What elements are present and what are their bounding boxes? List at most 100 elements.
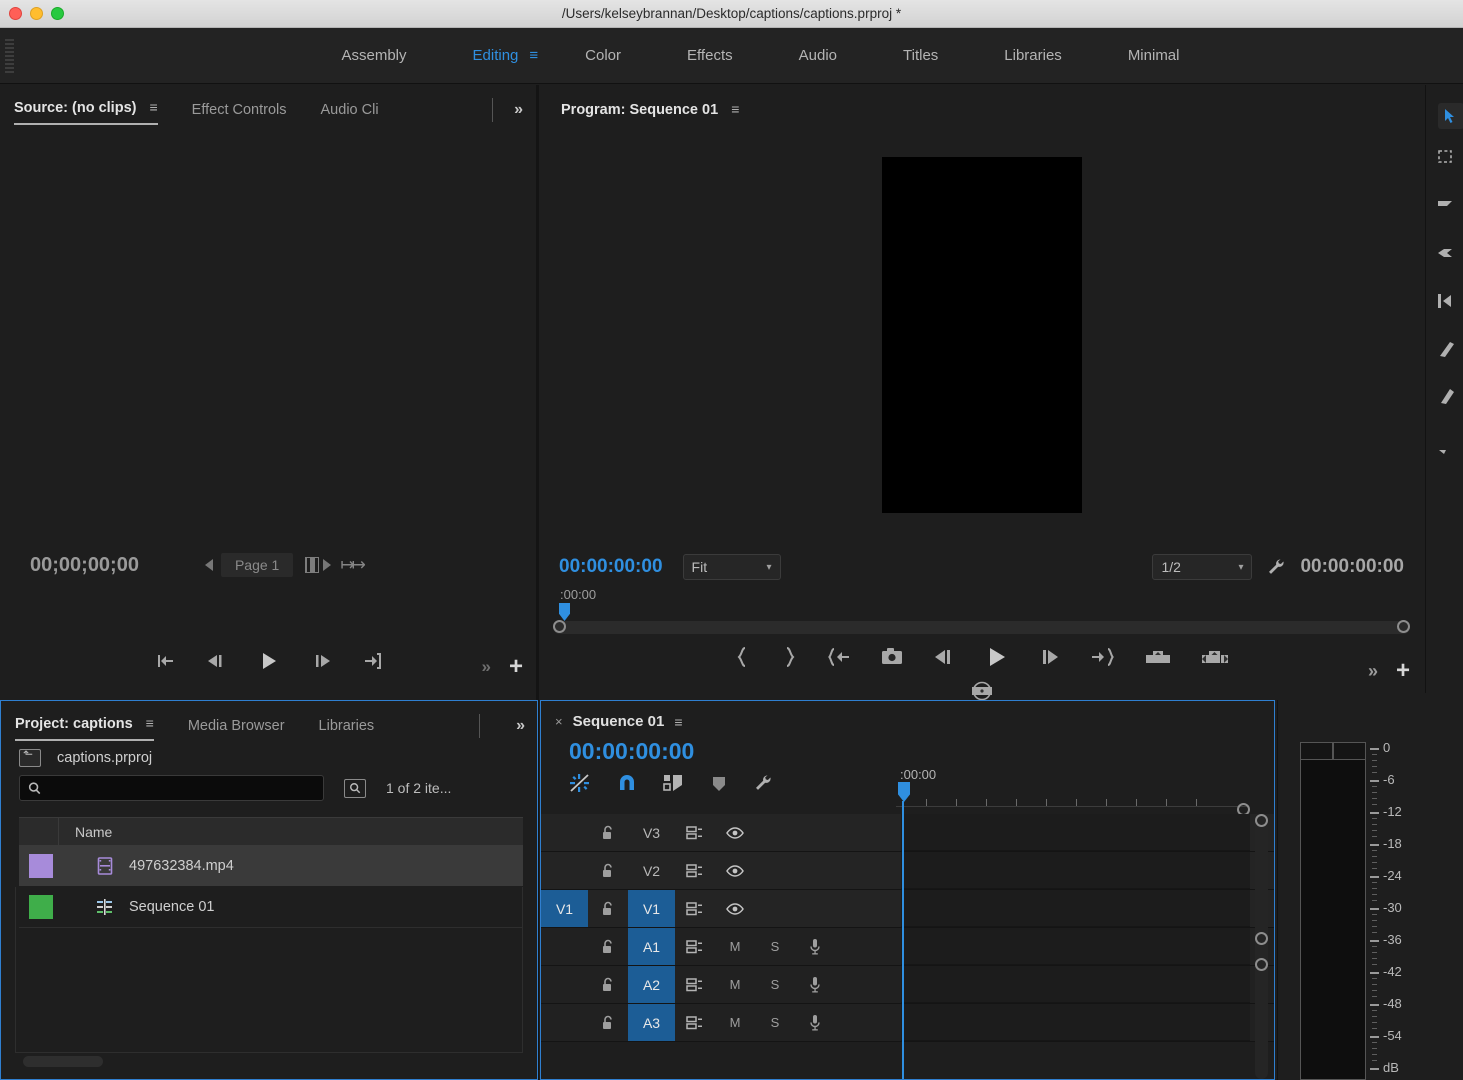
source-patch-v2[interactable] — [541, 852, 588, 889]
workspace-tab-assembly[interactable]: Assembly — [309, 47, 440, 64]
close-sequence-icon[interactable]: × — [555, 714, 563, 729]
export-frame-camera-icon[interactable] — [880, 646, 904, 668]
lock-toggle-a2[interactable] — [588, 977, 628, 993]
source-patch-a1[interactable] — [541, 928, 588, 965]
mark-out-icon[interactable] — [780, 646, 798, 668]
go-to-out-point-icon[interactable] — [1090, 646, 1116, 668]
tool-razor[interactable] — [1426, 325, 1463, 373]
go-to-out-icon[interactable] — [363, 651, 385, 671]
voice-record-toggle-a2[interactable] — [795, 976, 835, 994]
mark-in-icon[interactable] — [734, 646, 752, 668]
tool-slip[interactable] — [1426, 373, 1463, 421]
workspace-tab-color[interactable]: Color — [552, 47, 654, 64]
tab-source[interactable]: Source: (no clips) ≡ — [14, 99, 158, 125]
project-list-item-sequence[interactable]: Sequence 01 — [19, 886, 523, 927]
tab-media-browser[interactable]: Media Browser — [188, 718, 285, 741]
track-row-a3[interactable]: A3 M S — [541, 1004, 1274, 1042]
tab-audio-clip-mixer[interactable]: Audio Cli — [321, 102, 379, 125]
sync-lock-toggle-v3[interactable] — [675, 825, 715, 841]
step-back-frame-icon[interactable] — [932, 646, 956, 668]
navigate-up-icon[interactable] — [19, 747, 41, 767]
lock-toggle-v2[interactable] — [588, 863, 628, 879]
clip-indicator-left[interactable] — [1300, 742, 1333, 760]
page-indicator[interactable]: Page 1 — [220, 553, 294, 577]
source-patch-v1[interactable]: V1 — [541, 890, 588, 927]
project-list-item-clip[interactable]: 497632384.mp4 — [19, 845, 523, 886]
sync-lock-toggle-a2[interactable] — [675, 977, 715, 993]
tool-rate-stretch[interactable] — [1426, 277, 1463, 325]
track-name-v2[interactable]: V2 — [628, 852, 675, 889]
sync-lock-toggle-v1[interactable] — [675, 901, 715, 917]
page-next-icon[interactable] — [323, 559, 332, 571]
track-content-v2[interactable] — [901, 852, 1250, 889]
tab-project-captions[interactable]: Project: captions ≡ — [15, 715, 154, 741]
source-panel-menu-icon[interactable]: ≡ — [150, 99, 158, 115]
program-panel-menu-icon[interactable]: ≡ — [731, 101, 739, 117]
label-color-swatch[interactable] — [29, 853, 53, 878]
voice-record-toggle-a1[interactable] — [795, 938, 835, 956]
workspace-tab-titles[interactable]: Titles — [870, 47, 971, 64]
scrollbar-handle-mid[interactable] — [1255, 932, 1268, 945]
source-timecode[interactable]: 00;00;00;00 — [30, 554, 139, 577]
panel-grabber[interactable] — [0, 28, 18, 84]
close-button[interactable] — [9, 7, 22, 20]
column-header-name[interactable]: Name — [59, 824, 112, 840]
workspace-tab-minimal[interactable]: Minimal — [1095, 47, 1213, 64]
track-row-v2[interactable]: V2 — [541, 852, 1274, 890]
tool-rolling-edit[interactable] — [1426, 229, 1463, 277]
source-buttons-overflow-icon[interactable]: » — [482, 657, 491, 677]
lock-toggle-v1[interactable] — [588, 901, 628, 917]
step-forward-frame-icon[interactable] — [1038, 646, 1062, 668]
lock-toggle-a3[interactable] — [588, 1015, 628, 1031]
tab-effect-controls[interactable]: Effect Controls — [192, 102, 287, 125]
voice-record-toggle-a3[interactable] — [795, 1014, 835, 1032]
program-playhead-timecode[interactable]: 00:00:00:00 — [559, 556, 663, 578]
program-buttons-overflow-icon[interactable]: » — [1368, 661, 1378, 682]
zoom-button[interactable] — [51, 7, 64, 20]
find-icon[interactable] — [344, 778, 366, 798]
project-panel-menu-icon[interactable]: ≡ — [146, 715, 154, 731]
tab-libraries[interactable]: Libraries — [319, 718, 375, 741]
scrub-handle-right[interactable] — [1397, 620, 1410, 633]
mute-toggle-a1[interactable]: M — [715, 939, 755, 954]
workspace-menu-icon[interactable]: ≡ — [529, 47, 552, 64]
go-to-in-icon[interactable] — [153, 651, 175, 671]
workspace-tab-libraries[interactable]: Libraries — [971, 47, 1095, 64]
mute-toggle-a3[interactable]: M — [715, 1015, 755, 1030]
safe-margins-icon[interactable] — [969, 680, 995, 702]
track-name-a3[interactable]: A3 — [628, 1004, 675, 1041]
track-visibility-toggle-v3[interactable] — [715, 826, 755, 840]
snap-magnet-icon[interactable] — [616, 773, 638, 793]
search-input-wrapper[interactable] — [19, 775, 324, 801]
track-name-a1[interactable]: A1 — [628, 928, 675, 965]
track-content-v1[interactable] — [901, 890, 1250, 927]
timeline-settings-wrench-icon[interactable] — [753, 773, 773, 793]
track-row-a2[interactable]: A2 M S — [541, 966, 1274, 1004]
program-monitor-viewport[interactable] — [539, 125, 1424, 545]
program-button-editor-add-icon[interactable]: + — [1396, 659, 1410, 683]
workspace-tab-audio[interactable]: Audio — [766, 47, 870, 64]
lock-toggle-v3[interactable] — [588, 825, 628, 841]
zoom-level-select[interactable]: Fit ▾ — [682, 554, 781, 580]
tool-ripple-edit[interactable] — [1426, 181, 1463, 229]
source-tabs-overflow-icon[interactable]: » — [514, 101, 523, 119]
source-patch-a3[interactable] — [541, 1004, 588, 1041]
track-name-v1[interactable]: V1 — [628, 890, 675, 927]
track-content-a2[interactable] — [901, 966, 1250, 1003]
play-stop-icon[interactable] — [984, 645, 1010, 669]
linked-selection-icon[interactable] — [569, 773, 591, 793]
step-back-icon[interactable] — [205, 651, 227, 671]
program-monitor-ruler[interactable]: :00:00 — [539, 587, 1424, 634]
step-forward-icon[interactable] — [311, 651, 333, 671]
track-name-a2[interactable]: A2 — [628, 966, 675, 1003]
audio-meter-clip-indicators[interactable] — [1300, 742, 1366, 760]
scrollbar-handle-bottom[interactable] — [1255, 958, 1268, 971]
timeline-sequence-title[interactable]: Sequence 01 — [573, 713, 665, 730]
timeline-playhead-timecode[interactable]: 00:00:00:00 — [541, 730, 1274, 765]
add-marker-flag-icon[interactable] — [663, 773, 685, 793]
solo-toggle-a1[interactable]: S — [755, 939, 795, 954]
tool-pen[interactable] — [1426, 421, 1463, 469]
lock-toggle-a1[interactable] — [588, 939, 628, 955]
track-content-v3[interactable] — [901, 814, 1250, 851]
source-patch-a2[interactable] — [541, 966, 588, 1003]
